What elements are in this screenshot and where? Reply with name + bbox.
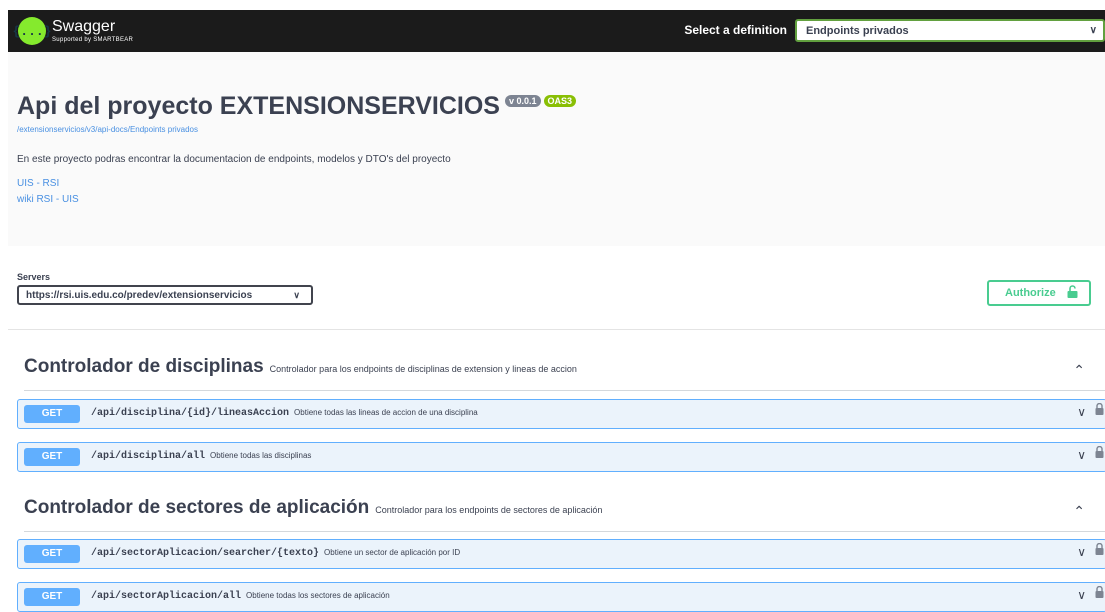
lock-icon[interactable]: [1095, 542, 1104, 558]
logo-subtitle: Supported by SMARTBEAR: [52, 37, 134, 43]
section-divider: [8, 329, 1105, 330]
method-badge: GET: [24, 545, 80, 563]
link-uis-rsi[interactable]: UIS - RSI: [17, 178, 59, 189]
tag-name: Controlador de sectores de aplicación: [24, 497, 370, 518]
chevron-down-icon[interactable]: ∨: [1077, 448, 1086, 462]
info-section: Api del proyecto EXTENSIONSERVICIOS v 0.0…: [8, 52, 1105, 246]
lock-icon[interactable]: [1095, 585, 1104, 601]
operation-get-sectores-all[interactable]: GET /api/sectorAplicacion/all Obtiene tod…: [17, 582, 1105, 612]
unlock-icon: [1067, 285, 1078, 301]
tag-section-disciplinas[interactable]: Controlador de disciplinas Controlador pa…: [24, 356, 1105, 391]
tag-name: Controlador de disciplinas: [24, 356, 264, 377]
operation-get-sector-searcher[interactable]: GET /api/sectorAplicacion/searcher/{text…: [17, 539, 1105, 569]
logo-text: Swagger Supported by SMARTBEAR: [52, 18, 134, 44]
lock-icon[interactable]: [1095, 402, 1104, 418]
topbar: {...} Swagger Supported by SMARTBEAR Sel…: [0, 0, 1105, 52]
method-badge: GET: [24, 405, 80, 423]
method-badge: GET: [24, 588, 80, 606]
chevron-up-icon[interactable]: ⌃: [1073, 362, 1085, 379]
tag-description: Controlador para los endpoints de sector…: [375, 505, 603, 515]
operation-path: /api/sectorAplicacion/all Obtiene todas l…: [91, 591, 390, 602]
operation-path-text: /api/sectorAplicacion/searcher/{texto}: [91, 548, 320, 559]
operation-path-text: /api/disciplina/{id}/lineasAccion: [91, 408, 290, 419]
link-wiki-rsi[interactable]: wiki RSI - UIS: [17, 194, 79, 205]
api-description: En este proyecto podras encontrar la doc…: [17, 154, 451, 165]
chevron-down-icon[interactable]: ∨: [1077, 588, 1086, 602]
lock-icon[interactable]: [1095, 445, 1104, 461]
tag-description: Controlador para los endpoints de discip…: [269, 364, 577, 374]
servers-select[interactable]: https://rsi.uis.edu.co/predev/extensions…: [17, 285, 313, 305]
chevron-down-icon[interactable]: ∨: [1077, 545, 1086, 559]
operation-get-lineas-accion[interactable]: GET /api/disciplina/{id}/lineasAccion Obt…: [17, 399, 1105, 429]
chevron-down-icon: ∨: [293, 290, 300, 300]
operation-summary: Obtiene todas las lineas de accion de un…: [294, 408, 478, 417]
operation-path: /api/sectorAplicacion/searcher/{texto} Ob…: [91, 548, 460, 559]
authorize-label: Authorize: [1005, 287, 1056, 299]
definition-select[interactable]: Endpoints privados ∨: [795, 19, 1105, 42]
tag-section-sectores[interactable]: Controlador de sectores de aplicación Con…: [24, 497, 1105, 532]
servers-select-value: https://rsi.uis.edu.co/predev/extensions…: [26, 290, 253, 301]
operation-path-text: /api/disciplina/all: [91, 451, 206, 462]
operation-path-text: /api/sectorAplicacion/all: [91, 591, 242, 602]
operation-get-disciplinas-all[interactable]: GET /api/disciplina/all Obtiene todas las…: [17, 442, 1105, 472]
method-badge: GET: [24, 448, 80, 466]
definition-label: Select a definition: [684, 23, 787, 37]
oas-badge: OAS3: [543, 95, 577, 107]
swagger-logo[interactable]: {...} Swagger Supported by SMARTBEAR: [13, 16, 134, 46]
chevron-down-icon[interactable]: ∨: [1077, 405, 1086, 419]
operation-path: /api/disciplina/{id}/lineasAccion Obtiene…: [91, 408, 478, 419]
operation-summary: Obtiene todas las disciplinas: [210, 451, 312, 460]
swagger-logo-icon: {...}: [13, 17, 52, 45]
operation-summary: Obtiene un sector de aplicación por ID: [324, 548, 461, 557]
operation-summary: Obtiene todas los sectores de aplicación: [246, 591, 390, 600]
chevron-up-icon[interactable]: ⌃: [1073, 503, 1085, 520]
page-title: Api del proyecto EXTENSIONSERVICIOS: [17, 92, 500, 120]
definition-select-value: Endpoints privados: [806, 25, 909, 37]
chevron-down-icon: ∨: [1089, 25, 1097, 36]
topbar-inner: {...} Swagger Supported by SMARTBEAR Sel…: [8, 10, 1105, 52]
version-badge: v 0.0.1: [504, 95, 541, 107]
page-title-row: Api del proyecto EXTENSIONSERVICIOS v 0.0…: [17, 92, 577, 121]
logo-title: Swagger: [52, 18, 116, 35]
servers-label: Servers: [17, 272, 51, 282]
authorize-button[interactable]: Authorize: [987, 280, 1091, 306]
operation-path: /api/disciplina/all Obtiene todas las dis…: [91, 451, 311, 462]
api-docs-link[interactable]: /extensionservicios/v3/api-docs/Endpoint…: [17, 125, 198, 134]
